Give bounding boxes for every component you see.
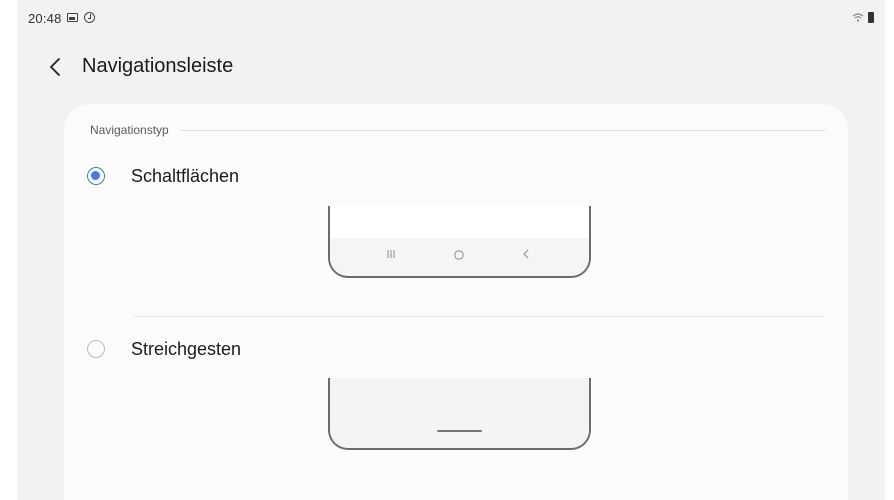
app-bar: Navigationsleiste — [17, 46, 885, 90]
chevron-left-icon — [50, 58, 60, 76]
radio-buttons-selected[interactable] — [87, 167, 105, 185]
image-icon — [67, 13, 78, 22]
option-divider — [134, 316, 824, 317]
status-time: 20:48 — [28, 11, 62, 26]
battery-icon — [868, 12, 874, 23]
preview-gesture-area — [330, 378, 589, 448]
wifi-icon — [852, 13, 864, 22]
recent-apps-icon — [387, 249, 395, 262]
option-buttons[interactable]: Schaltflächen — [86, 160, 506, 192]
radio-gestures-unselected[interactable] — [87, 340, 105, 358]
page-title: Navigationsleiste — [82, 55, 234, 77]
buttons-preview[interactable] — [328, 206, 591, 278]
option-gestures-label: Streichgesten — [131, 338, 242, 359]
settings-screen: 20:48 Navigationsleiste Navigationstyp S… — [17, 0, 885, 500]
sync-icon — [84, 12, 95, 23]
section-label: Navigationstyp — [90, 123, 169, 137]
gestures-preview[interactable] — [328, 378, 591, 450]
option-buttons-label: Schaltflächen — [131, 165, 240, 186]
option-gestures[interactable]: Streichgesten — [86, 333, 506, 365]
status-bar: 20:48 — [17, 0, 885, 36]
home-icon — [454, 250, 464, 263]
navigation-type-card: Navigationstyp Schaltflächen Streichgest… — [64, 104, 848, 500]
back-button[interactable] — [41, 52, 69, 82]
section-header: Navigationstyp — [90, 122, 826, 138]
back-icon — [523, 249, 529, 262]
preview-navbar — [330, 238, 589, 276]
gesture-bar-icon — [437, 430, 482, 432]
section-divider — [180, 129, 826, 131]
